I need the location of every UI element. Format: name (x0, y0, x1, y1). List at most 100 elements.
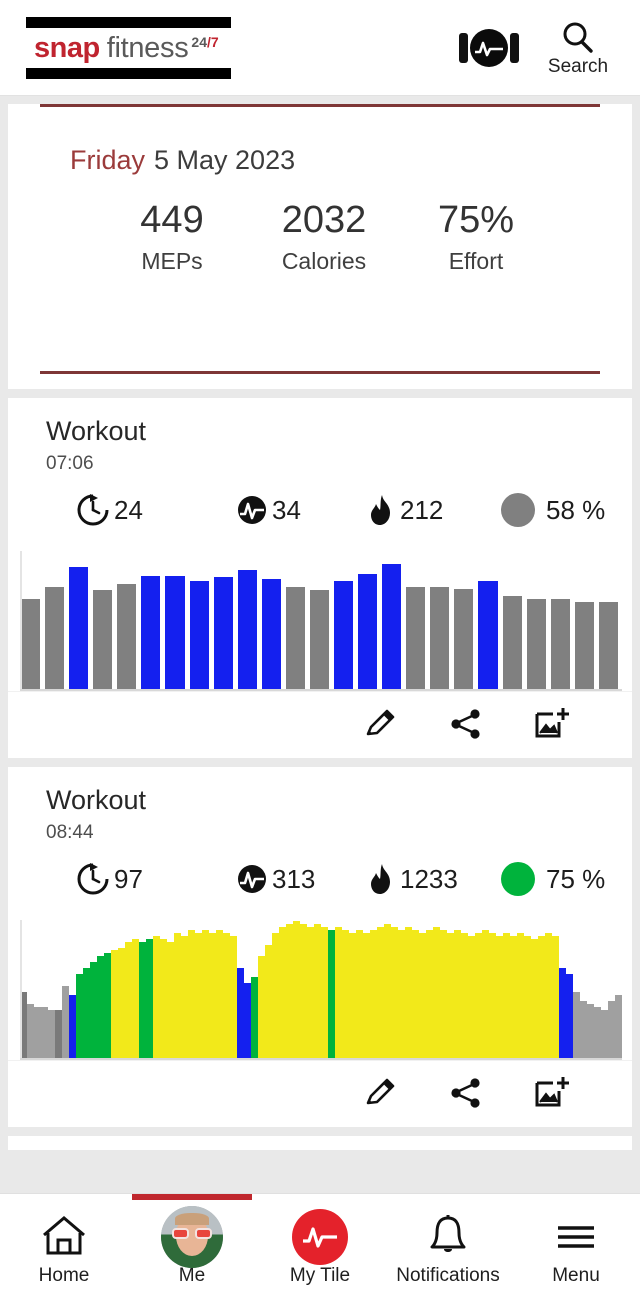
meps-icon (238, 496, 266, 524)
chart-bar (258, 956, 265, 1060)
chart-bar (525, 599, 547, 691)
nav-label-menu: Menu (552, 1265, 600, 1286)
nav-item-menu[interactable]: Menu (512, 1194, 640, 1303)
workout-1-add-photo-button[interactable] (532, 704, 572, 744)
chart-bar (349, 932, 356, 1060)
chart-bar (335, 926, 342, 1060)
chart-bar (531, 938, 538, 1060)
workout-2-chart[interactable] (8, 912, 632, 1060)
chart-bar (538, 935, 545, 1060)
workout-1-chart[interactable] (8, 543, 632, 691)
chart-bar (426, 929, 433, 1060)
myzone-heartbeat-icon[interactable] (458, 26, 520, 70)
chart-bar (566, 974, 573, 1060)
chart-bar (20, 599, 42, 691)
chart-bar (181, 935, 188, 1060)
chart-bar (68, 566, 90, 691)
summary-effort-value: 75% (437, 199, 515, 241)
chart-bar (468, 935, 475, 1060)
chart-bar (140, 575, 162, 691)
duration-clock-icon (77, 863, 109, 895)
bell-icon-wrap (423, 1212, 473, 1262)
workout-2-metrics: 97 313 1233 75 % (8, 844, 632, 896)
nav-item-notifications[interactable]: Notifications (384, 1194, 512, 1303)
chart-bar (125, 941, 132, 1060)
workout-card-2[interactable]: Workout 08:44 97 313 1233 75 % (8, 767, 632, 1127)
chart-bar (597, 602, 619, 691)
workout-1-share-button[interactable] (446, 704, 486, 744)
chart-bar (153, 935, 160, 1060)
chart-bar (116, 584, 138, 691)
chart-bar (477, 581, 499, 691)
workout-2-effort-dot (501, 862, 535, 896)
workout-1-edit-button[interactable] (360, 704, 400, 744)
search-button[interactable]: Search (542, 18, 614, 78)
summary-stats: 449 MEPs 2032 Calories 75% Effort (8, 176, 632, 275)
summary-stat-effort: 75% Effort (430, 198, 522, 275)
chart-bar (608, 1000, 615, 1060)
chart-bar (475, 932, 482, 1060)
chart-bar (342, 929, 349, 1060)
chart-bar (146, 938, 153, 1060)
chart-bar (433, 926, 440, 1060)
chart-bar (104, 953, 111, 1060)
workout-1-meps: 34 (236, 494, 366, 526)
snap-fitness-logo[interactable]: snap fitness 24/7 (26, 16, 231, 79)
chart-bar (429, 587, 451, 691)
chart-bar (27, 1003, 34, 1060)
chart-bar (552, 935, 559, 1060)
chart-bar (333, 581, 355, 691)
next-card-partial (8, 1136, 632, 1150)
workout-2-edit-button[interactable] (360, 1073, 400, 1113)
chart-bar (447, 932, 454, 1060)
avatar-lens-left (172, 1228, 189, 1239)
summary-meps-value: 449 (140, 199, 204, 241)
home-icon (43, 1216, 85, 1255)
workout-2-add-photo-button[interactable] (532, 1073, 572, 1113)
workout-2-actions (8, 1060, 632, 1127)
chart-bar (69, 994, 76, 1060)
chart-bar (440, 929, 447, 1060)
avatar-sunglasses (172, 1228, 212, 1239)
nav-item-my-tile[interactable]: My Tile (256, 1194, 384, 1303)
logo-word-fitness: fitness (106, 31, 189, 64)
workout-card-1[interactable]: Workout 07:06 24 34 212 58 % (8, 398, 632, 758)
add-photo-icon (535, 708, 569, 738)
workout-1-actions (8, 691, 632, 758)
workout-2-meps: 313 (236, 863, 366, 895)
search-label: Search (547, 55, 609, 77)
nav-label-me: Me (178, 1265, 206, 1286)
mytile-heartbeat-glyph (303, 1227, 337, 1248)
workout-2-share-button[interactable] (446, 1073, 486, 1113)
chart-bar (62, 986, 69, 1060)
summary-meps-label: MEPs (141, 248, 203, 274)
workout-2-effort-value: 75 % (546, 863, 606, 894)
nav-item-home[interactable]: Home (0, 1194, 128, 1303)
nav-item-me[interactable]: Me (128, 1194, 256, 1303)
hamburger-icon (558, 1226, 594, 1248)
summary-divider-bottom (40, 371, 600, 374)
bottom-navigation: Home Me My Tile Notifications Menu (0, 1193, 640, 1303)
bell-icon (430, 1215, 466, 1252)
duration-clock-icon (77, 494, 109, 526)
workout-2-calories-value: 1233 (400, 863, 458, 894)
chart-bar (482, 929, 489, 1060)
bracket-left (459, 32, 468, 63)
chart-2-y-axis (20, 920, 22, 1060)
chart-bar (76, 974, 83, 1060)
chart-bar (55, 1009, 62, 1060)
chart-bar (284, 587, 306, 691)
chart-bar (381, 563, 403, 691)
chart-bar (132, 938, 139, 1060)
chart-bar (559, 968, 566, 1060)
content-scroll-area[interactable]: Friday 5 May 2023 449 MEPs 2032 Calories… (0, 96, 640, 1193)
summary-stat-meps: 449 MEPs (126, 198, 218, 275)
workout-2-calories: 1233 (366, 863, 501, 895)
chart-bar (230, 935, 237, 1060)
chart-bar (594, 1006, 601, 1060)
workout-1-effort-value: 58 % (546, 494, 606, 525)
chart-bar (370, 929, 377, 1060)
chart-bar (164, 575, 186, 691)
chart-bar (587, 1003, 594, 1060)
chart-bar (391, 926, 398, 1060)
